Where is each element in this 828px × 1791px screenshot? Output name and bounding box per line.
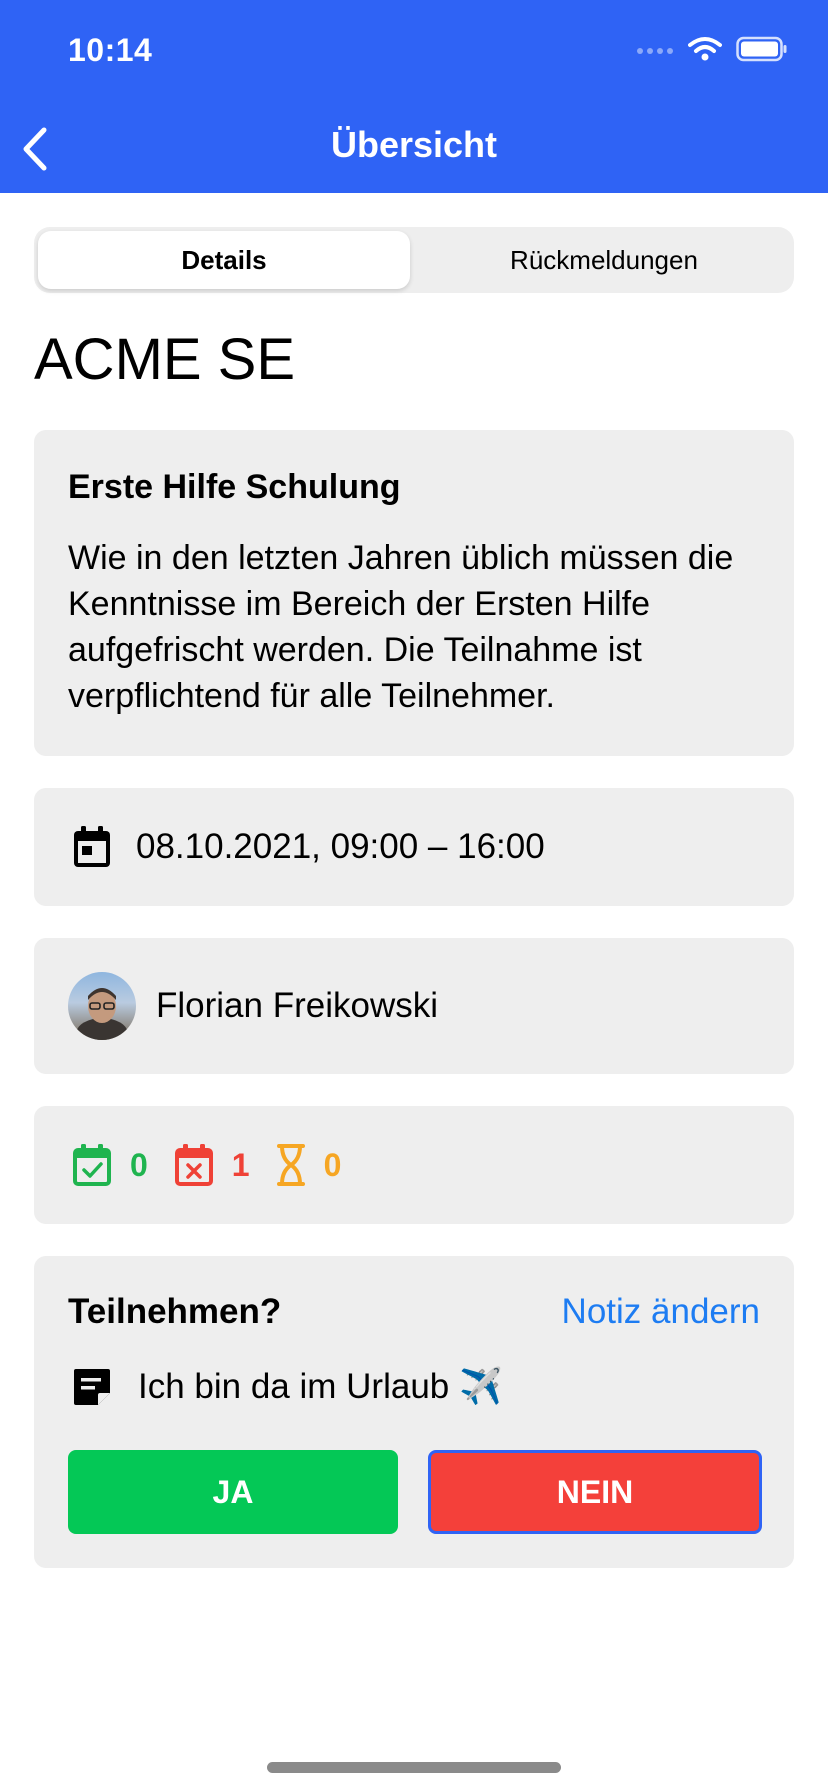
app-header: 10:14 Übersicht xyxy=(0,0,828,193)
segmented-control: Details Rückmeldungen xyxy=(34,227,794,293)
event-title: Erste Hilfe Schulung xyxy=(68,468,401,506)
page-title: Übersicht xyxy=(330,124,498,165)
event-info-card: Erste Hilfe Schulung Wie in den letzten … xyxy=(34,430,794,756)
tab-rueckmeldungen[interactable]: Rückmeldungen xyxy=(418,231,790,289)
organizer-card: Florian Freikowski xyxy=(34,938,794,1074)
home-indicator[interactable] xyxy=(267,1762,561,1773)
accepted-stat: 0 xyxy=(72,1143,148,1187)
responses-summary-card: 0 1 0 xyxy=(34,1106,794,1224)
participation-card: Teilnehmen? Notiz ändern Ich bin da im U… xyxy=(34,1256,794,1568)
yes-button[interactable]: JA xyxy=(68,1450,398,1534)
event-datetime: 08.10.2021, 09:00 – 16:00 xyxy=(136,827,545,866)
note-icon xyxy=(74,1368,110,1405)
tab-details[interactable]: Details xyxy=(38,231,410,289)
cellular-signal-icon xyxy=(637,48,673,54)
wifi-icon xyxy=(688,37,722,61)
battery-icon xyxy=(736,36,787,62)
calendar-check-icon xyxy=(73,1144,111,1186)
note-row: Ich bin da im Urlaub ✈️ xyxy=(72,1366,503,1407)
avatar-photo xyxy=(76,988,128,1040)
pending-stat: 0 xyxy=(276,1143,342,1187)
declined-count: 1 xyxy=(231,1146,250,1183)
calendar-x-icon xyxy=(174,1144,213,1186)
hourglass-icon xyxy=(276,1144,305,1186)
declined-stat: 1 xyxy=(174,1143,250,1187)
event-description: Wie in den letzten Jahren üblich müssen … xyxy=(68,539,734,715)
participation-question: Teilnehmen? xyxy=(68,1292,282,1331)
no-button[interactable]: NEIN xyxy=(428,1450,762,1534)
status-indicators xyxy=(636,36,788,62)
datetime-card: 08.10.2021, 09:00 – 16:00 xyxy=(34,788,794,906)
company-name: ACME SE xyxy=(34,327,296,392)
edit-note-link[interactable]: Notiz ändern xyxy=(562,1292,760,1332)
accepted-count: 0 xyxy=(130,1146,148,1183)
organizer-name: Florian Freikowski xyxy=(156,986,438,1025)
calendar-icon xyxy=(74,826,110,867)
avatar xyxy=(68,972,136,1040)
pending-count: 0 xyxy=(323,1146,342,1183)
note-text: Ich bin da im Urlaub ✈️ xyxy=(138,1367,503,1406)
status-time: 10:14 xyxy=(68,32,153,68)
